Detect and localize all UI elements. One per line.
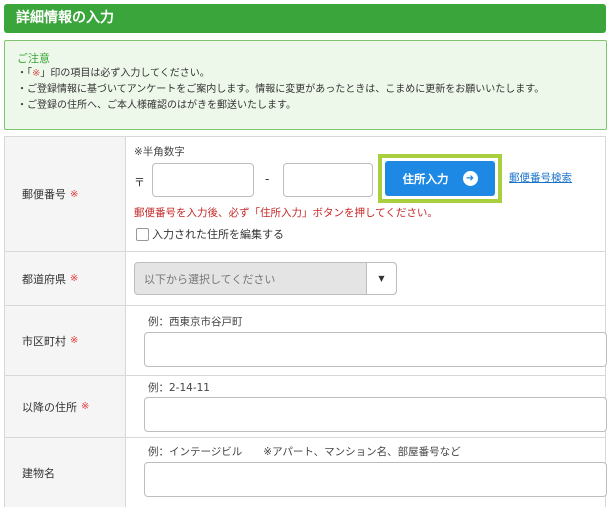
required-mark: ※ bbox=[70, 335, 79, 346]
city-row: 市区町村 ※ 例：西東京市谷戸町 bbox=[5, 306, 607, 376]
prefecture-label-cell: 都道府県 ※ bbox=[5, 252, 126, 305]
detail-form: 郵便番号 ※ ※半角数字 〒 - 住所入力 ➜ 郵便番号検索 郵便番号を入力後、… bbox=[4, 136, 607, 507]
postal-code-first-input[interactable] bbox=[152, 163, 254, 197]
prefecture-select-placeholder: 以下から選択してください bbox=[144, 273, 276, 286]
notice-box: ご注意 ・「※」印の項目は必ず入力してください。 ・ご登録情報に基づいてアンケー… bbox=[4, 40, 607, 130]
building-input[interactable] bbox=[144, 462, 607, 497]
notice-line-suffix: 」印の項目は必ず入力してください。 bbox=[40, 68, 210, 79]
postal-code-label-cell: 郵便番号 ※ bbox=[5, 137, 126, 251]
prefecture-select[interactable]: 以下から選択してください ▼ bbox=[134, 262, 397, 295]
street-address-input[interactable] bbox=[144, 397, 607, 432]
street-address-hint: 例：2-14-11 bbox=[148, 382, 210, 394]
address-input-button-label: 住所入力 bbox=[402, 171, 449, 186]
building-field-cell: 例：インテージビル ※アパート、マンション名、部屋番号など bbox=[127, 438, 607, 507]
city-label-cell: 市区町村 ※ bbox=[5, 306, 126, 375]
required-mark: ※ bbox=[70, 273, 79, 284]
city-label: 市区町村 bbox=[22, 334, 66, 348]
postal-code-row: 郵便番号 ※ ※半角数字 〒 - 住所入力 ➜ 郵便番号検索 郵便番号を入力後、… bbox=[5, 137, 605, 252]
arrow-right-circle-icon: ➜ bbox=[462, 171, 478, 186]
building-hint: 例：インテージビル ※アパート、マンション名、部屋番号など bbox=[148, 446, 461, 458]
building-label-cell: 建物名 bbox=[5, 438, 126, 507]
prefecture-field-cell: 以下から選択してください ▼ bbox=[127, 252, 605, 305]
postal-code-field-cell: ※半角数字 〒 - 住所入力 ➜ 郵便番号検索 郵便番号を入力後、必ず「住所入力… bbox=[127, 137, 605, 251]
notice-line-prefix: ・「 bbox=[17, 68, 32, 79]
address-input-button[interactable]: 住所入力 ➜ bbox=[385, 161, 495, 196]
notice-line-required: ・「※」印の項目は必ず入力してください。 bbox=[17, 66, 606, 82]
notice-line-survey: ・ご登録情報に基づいてアンケートをご案内します。情報に変更があったときは、こまめ… bbox=[17, 84, 545, 95]
notice-line-postcard: ・ご登録の住所へ、ご本人様確認のはがきを郵送いたします。 bbox=[17, 100, 296, 111]
prefecture-label: 都道府県 bbox=[22, 272, 66, 286]
street-address-label-cell: 以降の住所 ※ bbox=[5, 376, 126, 437]
required-mark: ※ bbox=[70, 188, 79, 200]
city-input[interactable] bbox=[144, 332, 607, 367]
street-address-row: 以降の住所 ※ 例：2-14-11 bbox=[5, 376, 607, 438]
edit-address-checkbox-label[interactable]: 入力された住所を編集する bbox=[152, 226, 284, 242]
caret-down-icon[interactable]: ▼ bbox=[366, 263, 396, 294]
postal-code-hint: ※半角数字 bbox=[134, 146, 185, 158]
postal-symbol: 〒 bbox=[134, 176, 145, 189]
page-title: 詳細情報の入力 bbox=[4, 4, 606, 33]
street-address-field-cell: 例：2-14-11 bbox=[127, 376, 607, 437]
postal-code-warning: 郵便番号を入力後、必ず「住所入力」ボタンを押してください。 bbox=[134, 207, 438, 219]
city-field-cell: 例：西東京市谷戸町 bbox=[127, 306, 607, 375]
building-row: 建物名 例：インテージビル ※アパート、マンション名、部屋番号など bbox=[5, 438, 607, 507]
notice-title: ご注意 bbox=[17, 52, 50, 65]
city-hint: 例：西東京市谷戸町 bbox=[148, 316, 243, 328]
postal-code-lookup-link[interactable]: 郵便番号検索 bbox=[509, 170, 572, 185]
required-mark: ※ bbox=[81, 401, 90, 412]
building-label: 建物名 bbox=[22, 467, 55, 480]
prefecture-row: 都道府県 ※ 以下から選択してください ▼ bbox=[5, 252, 605, 306]
edit-address-checkbox[interactable] bbox=[136, 228, 149, 241]
postal-separator: - bbox=[265, 172, 270, 186]
address-button-highlight: 住所入力 ➜ bbox=[378, 154, 502, 203]
street-address-label: 以降の住所 bbox=[22, 400, 77, 414]
postal-code-second-input[interactable] bbox=[283, 163, 373, 197]
postal-code-label: 郵便番号 bbox=[22, 188, 66, 201]
